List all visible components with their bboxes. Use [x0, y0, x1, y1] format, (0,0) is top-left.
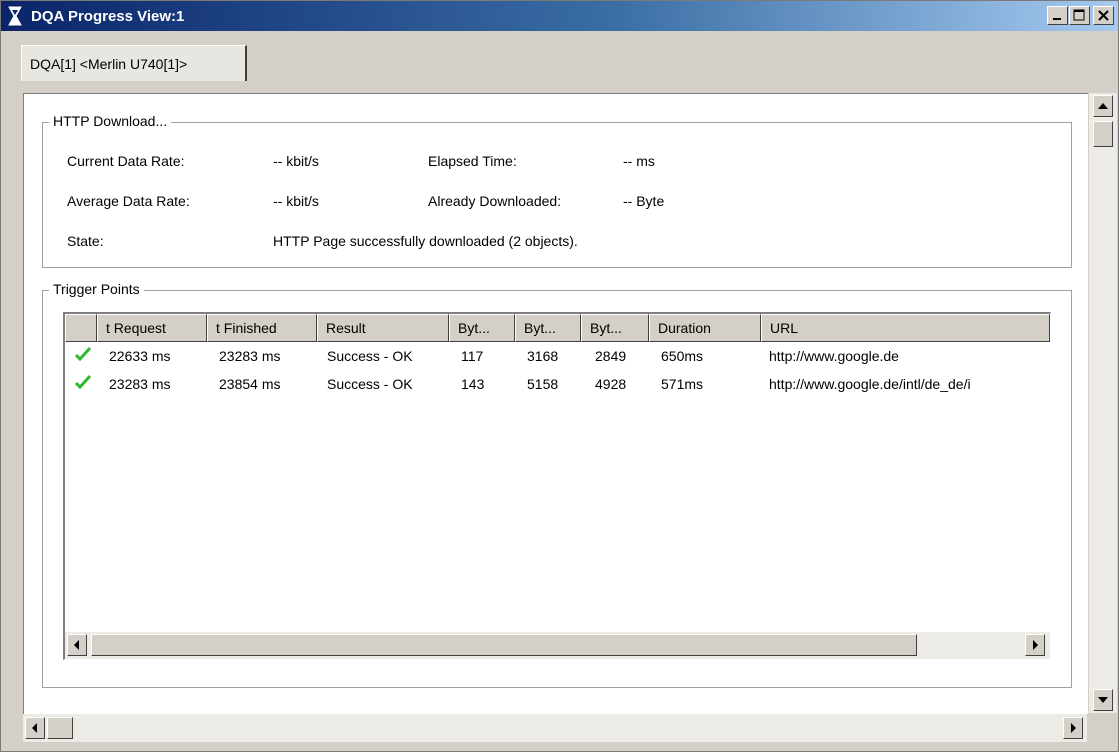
column-header-duration[interactable]: Duration [649, 314, 761, 342]
arrow-up-icon [1098, 103, 1108, 109]
current-rate-label: Current Data Rate: [67, 153, 185, 169]
horizontal-scroll-thumb[interactable] [47, 717, 73, 739]
state-value: HTTP Page successfully downloaded (2 obj… [273, 233, 578, 249]
cell-result: Success - OK [327, 348, 413, 364]
cell-bytes-1: 117 [461, 348, 484, 364]
cell-t-finished: 23854 ms [219, 376, 281, 392]
column-header-bytes-1[interactable]: Byt... [449, 314, 515, 342]
list-scroll-right-button[interactable] [1025, 634, 1045, 656]
cell-bytes-2: 3168 [527, 348, 559, 364]
scroll-up-button[interactable] [1093, 95, 1113, 117]
trigger-points-list[interactable]: t Request t Finished Result Byt... Byt..… [63, 312, 1051, 660]
column-header-bytes-2[interactable]: Byt... [515, 314, 581, 342]
http-download-title: HTTP Download... [49, 113, 172, 129]
minimize-button[interactable] [1047, 6, 1068, 25]
close-button[interactable] [1093, 6, 1114, 25]
cell-bytes-1: 143 [461, 376, 485, 392]
average-rate-label: Average Data Rate: [67, 193, 190, 209]
arrow-right-icon [1033, 640, 1038, 650]
cell-bytes-2: 5158 [527, 376, 559, 392]
maximize-icon [1073, 9, 1085, 21]
elapsed-time-label: Elapsed Time: [428, 153, 517, 169]
column-header-t-request[interactable]: t Request [97, 314, 207, 342]
tab-dqa[interactable]: DQA[1] <Merlin U740[1]> [21, 45, 247, 81]
scroll-down-button[interactable] [1093, 689, 1113, 711]
http-download-group: HTTP Download... Current Data Rate: -- k… [42, 113, 1072, 268]
cell-url: http://www.google.de/intl/de_de/i [769, 376, 971, 392]
cell-bytes-3: 4928 [595, 376, 627, 392]
column-header-result[interactable]: Result [317, 314, 449, 342]
cell-duration: 650ms [661, 348, 704, 364]
column-header-t-finished[interactable]: t Finished [207, 314, 317, 342]
column-header-status[interactable] [65, 314, 97, 342]
cell-bytes-3: 2849 [595, 348, 627, 364]
minimize-icon [1053, 18, 1061, 20]
horizontal-scrollbar[interactable] [23, 714, 1087, 742]
cell-result: Success - OK [327, 376, 413, 392]
cell-t-request: 23283 ms [109, 376, 171, 392]
cell-url: http://www.google.de [769, 348, 899, 364]
window-title: DQA Progress View:1 [31, 8, 185, 25]
column-header-url[interactable]: URL [761, 314, 1050, 342]
list-horizontal-scrollbar[interactable] [65, 632, 1050, 659]
cell-duration: 571ms [661, 376, 704, 392]
scroll-right-button[interactable] [1063, 717, 1083, 739]
arrow-left-icon [74, 640, 79, 650]
downloaded-label: Already Downloaded: [428, 193, 562, 209]
progress-window: DQA Progress View:1 DQA[1] <Merlin U740[… [0, 0, 1119, 752]
list-scroll-left-button[interactable] [67, 634, 87, 656]
state-label: State: [67, 233, 104, 249]
trigger-points-title: Trigger Points [49, 281, 144, 297]
elapsed-time-value: -- ms [623, 153, 655, 169]
arrow-right-icon [1071, 723, 1076, 733]
arrow-left-icon [32, 723, 37, 733]
check-icon [75, 347, 91, 361]
close-icon [1098, 10, 1109, 21]
vertical-scroll-thumb[interactable] [1093, 121, 1113, 147]
scroll-left-button[interactable] [25, 717, 45, 739]
check-icon [75, 375, 91, 389]
cell-t-request: 22633 ms [109, 348, 171, 364]
average-rate-value: -- kbit/s [273, 193, 319, 209]
maximize-button[interactable] [1069, 6, 1090, 25]
vertical-scrollbar[interactable] [1089, 93, 1117, 713]
hourglass-icon [8, 6, 22, 26]
cell-t-finished: 23283 ms [219, 348, 281, 364]
title-bar[interactable]: DQA Progress View:1 [1, 1, 1118, 31]
list-scroll-thumb[interactable] [91, 634, 917, 656]
column-header-bytes-3[interactable]: Byt... [581, 314, 649, 342]
downloaded-value: -- Byte [623, 193, 665, 209]
current-rate-value: -- kbit/s [273, 153, 319, 169]
arrow-down-icon [1098, 697, 1108, 703]
